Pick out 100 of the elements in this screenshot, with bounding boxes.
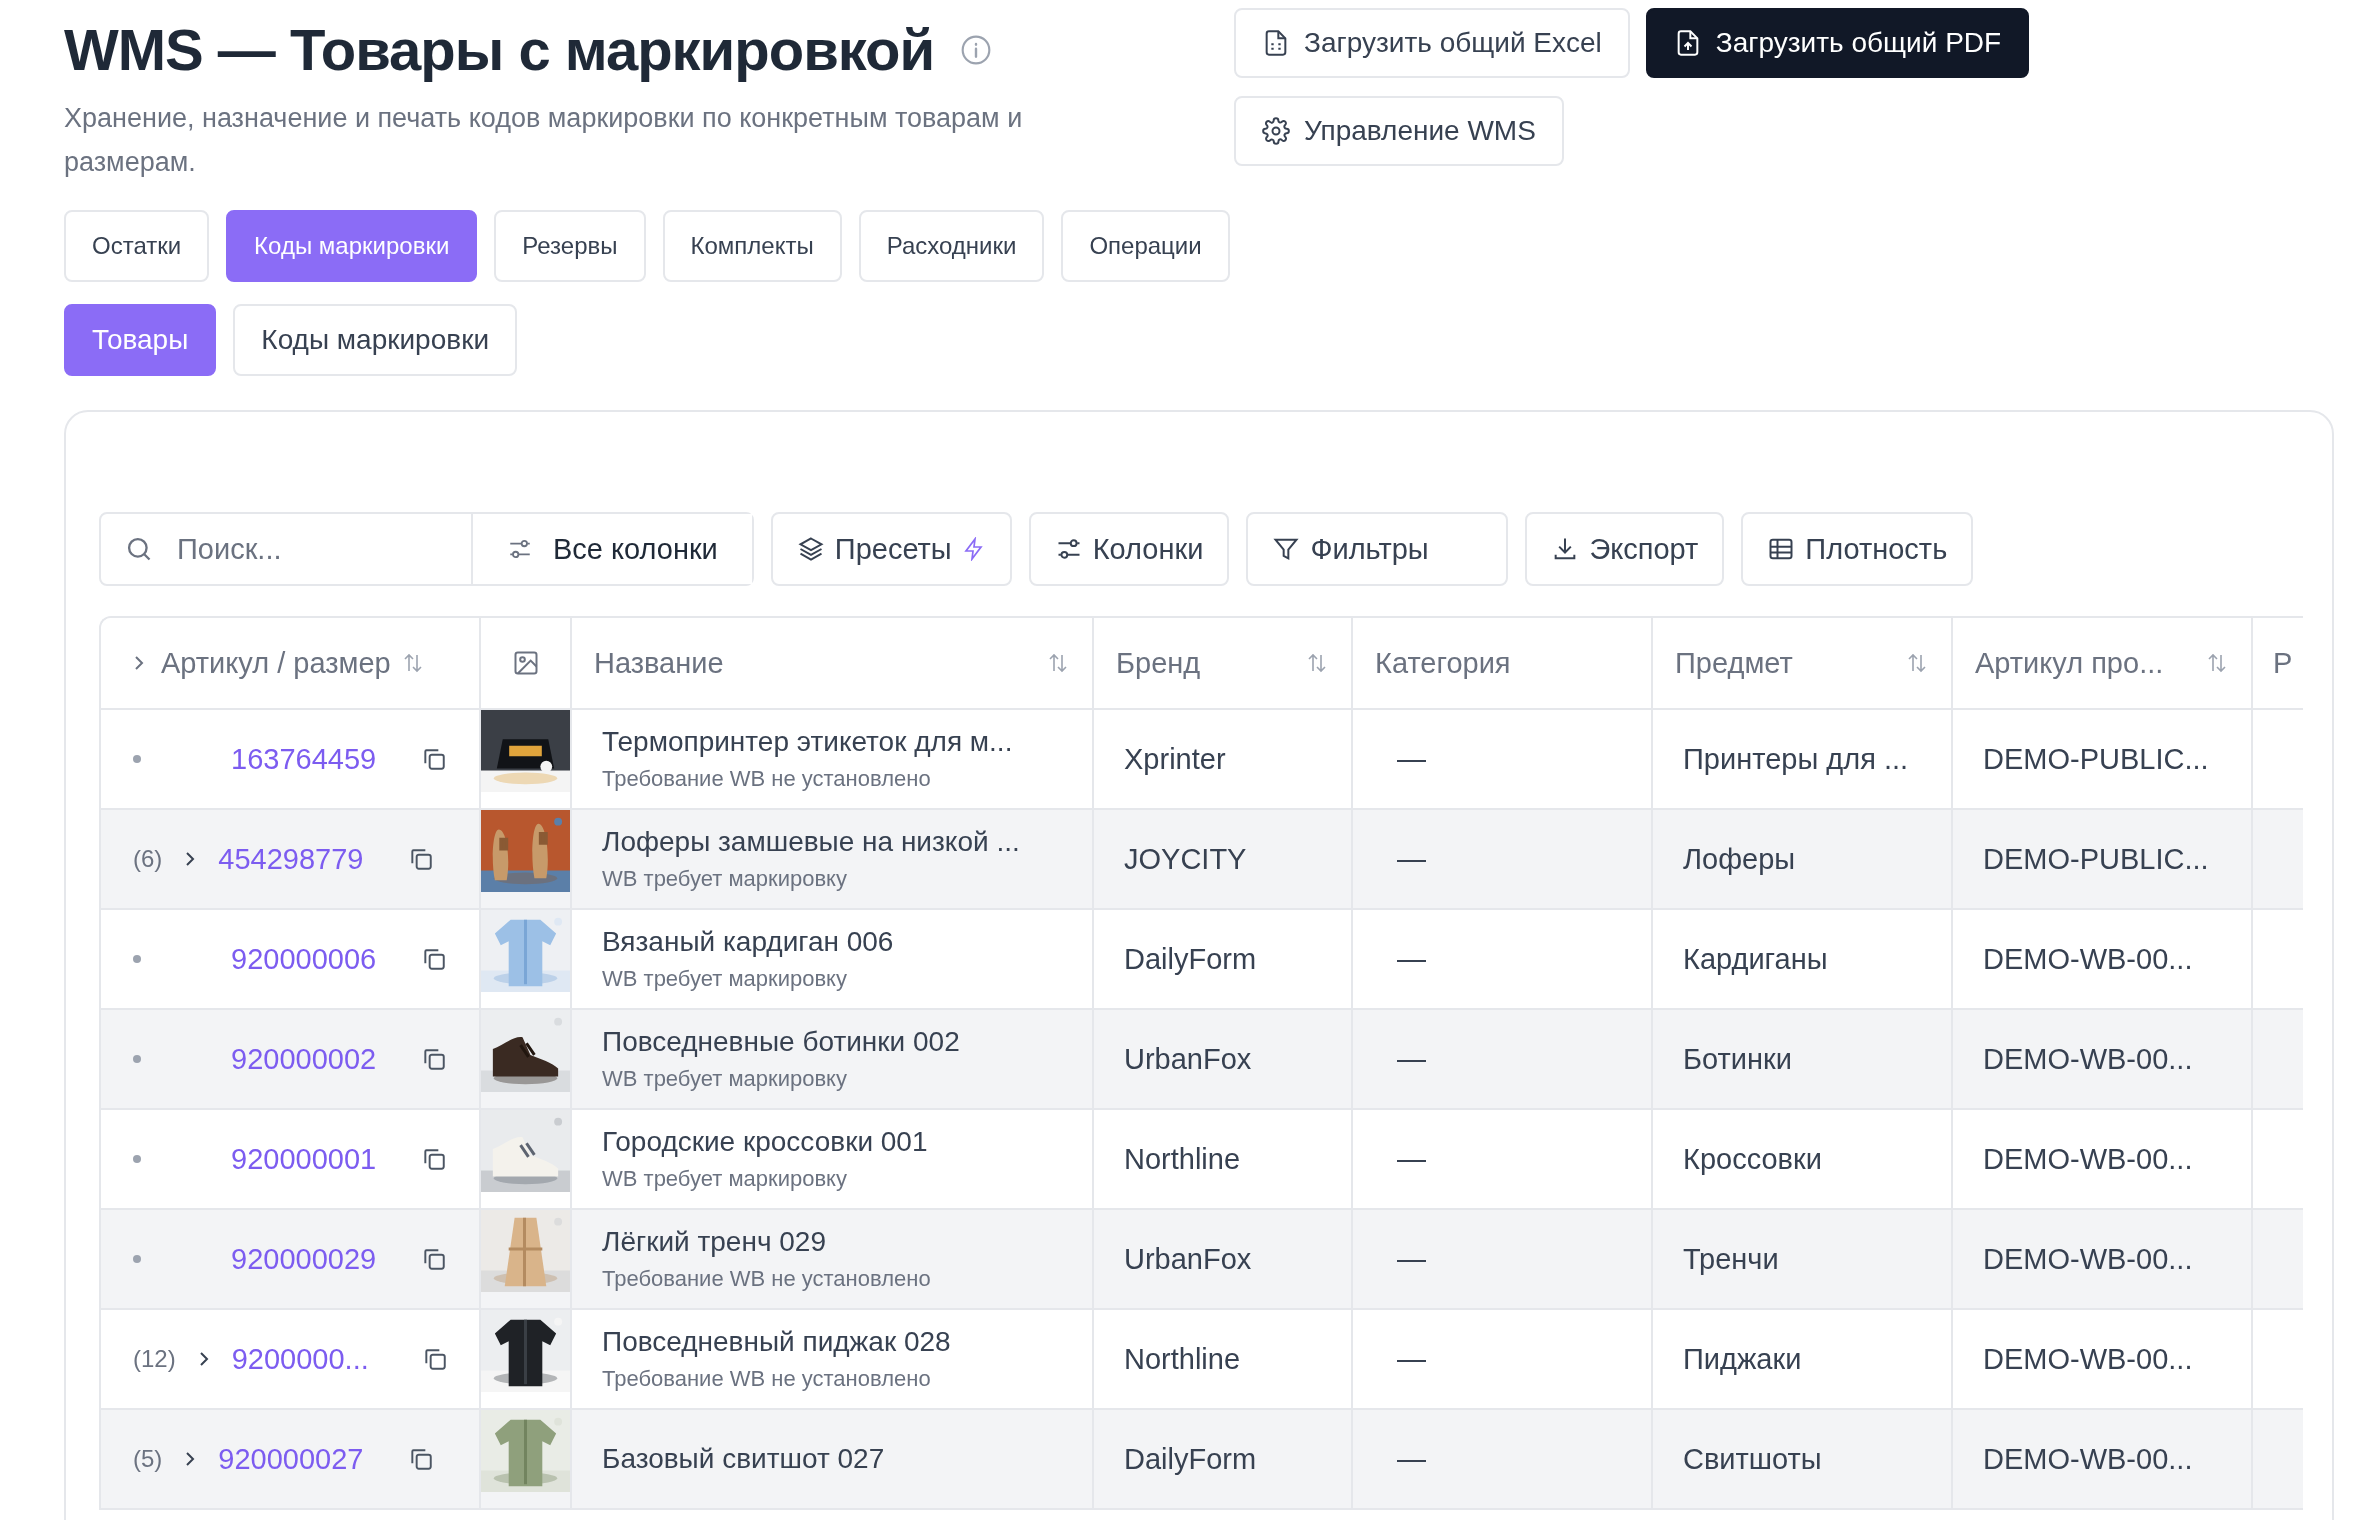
article-link[interactable]: 920000006: [231, 942, 407, 976]
page-title: WMS — Товары с маркировкой: [64, 16, 935, 84]
bullet-dot: [133, 1255, 141, 1263]
column-header[interactable]: Категория: [1375, 646, 1629, 680]
bullet-dot: [133, 955, 141, 963]
article-link[interactable]: 920000027: [218, 1442, 395, 1476]
section-tab[interactable]: Остатки: [64, 210, 210, 282]
download-button[interactable]: Загрузить общий PDF: [1645, 8, 2030, 78]
export-button[interactable]: Экспорт: [1525, 512, 1725, 586]
search-icon: [125, 535, 153, 563]
column-header[interactable]: Предмет: [1675, 646, 1905, 680]
table-cell: Принтеры для ...: [1683, 742, 1909, 776]
table-cell: DEMO-WB-00...: [1983, 1142, 2193, 1176]
table-cell: —: [1397, 1042, 1426, 1076]
view-tab[interactable]: Коды маркировки: [233, 304, 518, 376]
product-name: Повседневный пиджак 028: [602, 1326, 951, 1358]
table-cell: JOYCITY: [1124, 842, 1247, 876]
table-cell: Свитшоты: [1683, 1442, 1822, 1476]
layers-icon: [796, 535, 825, 563]
section-tab[interactable]: Коды маркировки: [226, 210, 478, 282]
article-link[interactable]: 920000001: [231, 1142, 407, 1176]
bullet-dot: [133, 1055, 141, 1063]
page-subtitle: Хранение, назначение и печать кодов маркировки по конкретным товарам и размерам.: [64, 102, 1024, 179]
copy-icon[interactable]: [421, 1146, 447, 1172]
table-cell: Northline: [1124, 1342, 1241, 1376]
table-cell: Кардиганы: [1683, 942, 1828, 976]
product-name: Вязаный кардиган 006: [602, 926, 894, 958]
table-cell: Кроссовки: [1683, 1142, 1822, 1176]
table-cell: —: [1397, 1242, 1426, 1276]
column-header[interactable]: Р: [2273, 646, 2303, 680]
article-link[interactable]: 9200000...: [231, 1342, 408, 1376]
bullet-dot: [133, 1155, 141, 1163]
marking-requirement: Требование WB не установлено: [602, 1366, 931, 1392]
table-cell: DEMO-PUBLIC...: [1983, 742, 2209, 776]
copy-icon[interactable]: [421, 946, 447, 972]
columns-button[interactable]: Колонки: [1028, 512, 1230, 586]
table-cell: Лоферы: [1683, 842, 1796, 876]
copy-icon[interactable]: [421, 1046, 447, 1072]
column-header[interactable]: Бренд: [1116, 646, 1305, 680]
table-cell: —: [1397, 1142, 1426, 1176]
copy-icon[interactable]: [408, 846, 435, 872]
section-tab[interactable]: Операции: [1061, 210, 1230, 282]
wms-settings-button[interactable]: Управление WMS: [1234, 96, 1564, 166]
copy-icon[interactable]: [421, 1246, 447, 1272]
table-cell: —: [1397, 942, 1426, 976]
product-name: Повседневные ботинки 002: [602, 1026, 960, 1058]
table-cell: Northline: [1124, 1142, 1241, 1176]
table-cell: Xprinter: [1124, 742, 1226, 776]
table-cell: Тренчи: [1683, 1242, 1779, 1276]
marking-requirement: WB требует маркировку: [602, 866, 847, 892]
download-button[interactable]: Загрузить общий Excel: [1234, 8, 1630, 78]
product-name: Лоферы замшевые на низкой ...: [602, 826, 1020, 858]
article-link[interactable]: 920000029: [231, 1242, 407, 1276]
table-cell: UrbanFox: [1124, 1042, 1252, 1076]
variant-count: (5): [133, 1445, 163, 1473]
marking-requirement: Требование WB не установлено: [602, 1266, 931, 1292]
copy-icon[interactable]: [408, 1446, 435, 1472]
article-link[interactable]: 454298779: [218, 842, 395, 876]
product-name: Лёгкий тренч 029: [602, 1226, 826, 1258]
presets-button[interactable]: Пресеты: [770, 512, 1012, 586]
variant-count: (6): [133, 845, 163, 873]
product-name: Термопринтер этикеток для м...: [602, 726, 1013, 758]
article-link[interactable]: 163764459: [231, 742, 407, 776]
column-header[interactable]: Артикул про...: [1975, 646, 2205, 680]
table-cell: Ботинки: [1683, 1042, 1792, 1076]
table-cell: DEMO-WB-00...: [1983, 1242, 2193, 1276]
section-tab[interactable]: Комплекты: [662, 210, 842, 282]
section-tab[interactable]: Расходники: [858, 210, 1045, 282]
table-cell: DEMO-WB-00...: [1983, 1442, 2193, 1476]
table-cell: —: [1397, 1342, 1426, 1376]
density-button[interactable]: Плотность: [1741, 512, 1974, 586]
table-cell: DEMO-WB-00...: [1983, 942, 2193, 976]
marking-requirement: Требование WB не установлено: [602, 766, 931, 792]
table-cell: DailyForm: [1124, 942, 1257, 976]
product-name: Базовый свитшот 027: [602, 1443, 885, 1475]
table-cell: —: [1397, 1442, 1426, 1476]
marking-requirement: WB требует маркировку: [602, 966, 847, 992]
table-cell: UrbanFox: [1124, 1242, 1252, 1276]
table-cell: DailyForm: [1124, 1442, 1257, 1476]
variant-count: (12): [133, 1345, 176, 1373]
article-link[interactable]: 920000002: [231, 1042, 407, 1076]
table-cell: DEMO-PUBLIC...: [1983, 842, 2209, 876]
search-field[interactable]: Поиск... Все колонки: [99, 512, 754, 586]
table-cell: DEMO-WB-00...: [1983, 1342, 2193, 1376]
marking-requirement: WB требует маркировку: [602, 1166, 847, 1192]
settings-icon: [1262, 117, 1290, 145]
section-tab[interactable]: Резервы: [494, 210, 646, 282]
filters-button[interactable]: Фильтры: [1246, 512, 1509, 586]
table-cell: —: [1397, 842, 1426, 876]
table-cell: Пиджаки: [1683, 1342, 1802, 1376]
column-header[interactable]: Артикул / размер: [161, 646, 391, 680]
bullet-dot: [133, 755, 141, 763]
view-tab[interactable]: Товары: [64, 304, 217, 376]
search-scope-button[interactable]: Все колонки: [471, 514, 752, 584]
table-cell: DEMO-WB-00...: [1983, 1042, 2193, 1076]
product-name: Городские кроссовки 001: [602, 1126, 928, 1158]
table-cell: —: [1397, 742, 1426, 776]
marking-requirement: WB требует маркировку: [602, 1066, 847, 1092]
column-header[interactable]: Название: [594, 646, 1046, 680]
copy-icon[interactable]: [421, 746, 447, 772]
